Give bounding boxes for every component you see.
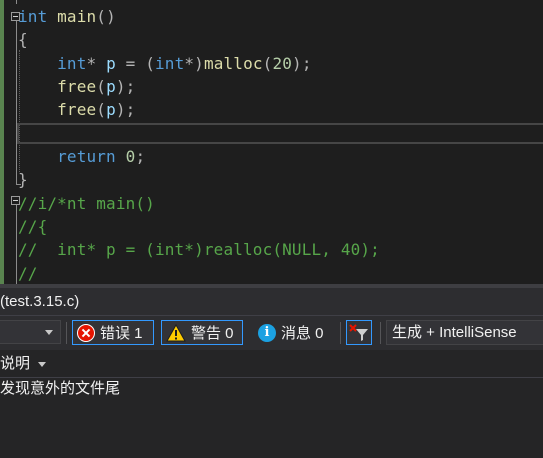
error-row[interactable]: 发现意外的文件尾 [0,378,543,400]
toolbar-separator [380,322,381,344]
warning-icon [166,323,186,341]
code-line[interactable]: int* p = (int*)malloc(20); [18,52,312,75]
code-token: p [96,54,116,73]
messages-label: 消息 0 [281,325,324,342]
clear-filter-button[interactable] [346,320,372,345]
code-line[interactable]: // int* p = (int*)realloc(NULL, 40); [18,238,380,261]
toolbar-separator [66,322,67,344]
code-token: 0 [125,147,136,166]
code-token: free [57,77,97,96]
code-token: int [18,7,48,26]
error-list-panel: (test.3.15.c) 错误 1 警告 0 i 消息 0 生成 + Inte… [0,288,543,458]
code-line[interactable]: } [18,168,28,191]
outline-line [16,21,17,184]
panel-title: (test.3.15.c) [0,293,80,310]
errors-label: 错误 1 [100,325,143,342]
scope-dropdown[interactable] [0,320,61,344]
code-token: * [86,54,97,73]
outline-line [16,0,17,4]
code-token: () [96,7,116,26]
code-token: ( [262,54,273,73]
code-token: int [57,54,87,73]
code-token: = ( [115,54,156,73]
code-token: main [47,7,97,26]
code-token: //i/*nt main() [18,194,155,213]
error-list-header: 说明 [0,350,543,378]
error-description: 发现意外的文件尾 [0,380,121,397]
code-token: ); [292,54,312,73]
info-icon: i [258,323,276,342]
code-token: ( [96,100,107,119]
code-token: ( [96,77,107,96]
code-token: 20 [272,54,293,73]
change-tracking-bar [0,0,4,288]
current-line-highlight [17,123,543,144]
code-token: { [18,30,28,49]
code-token: return [57,147,116,166]
clear-filter-icon [349,324,368,341]
code-line[interactable]: int main() [18,5,116,28]
build-intellisense-dropdown[interactable]: 生成 + IntelliSense [386,320,543,345]
code-token: p [106,100,116,119]
warnings-label: 警告 0 [191,325,234,342]
warnings-filter-button[interactable]: 警告 0 [161,320,243,345]
code-token: // [18,264,38,283]
chevron-down-icon [45,330,53,335]
code-token: malloc [203,54,263,73]
code-line[interactable]: //i/*nt main() [18,192,155,215]
column-header-description[interactable]: 说明 [0,350,30,377]
outline-line [16,205,17,285]
code-token: // int* p = (int*)realloc(NULL, 40); [18,240,380,259]
code-editor[interactable]: int main(){ int* p = (int*)malloc(20); f… [0,0,543,288]
errors-filter-button[interactable]: 错误 1 [72,320,154,345]
code-token: free [57,100,97,119]
code-line[interactable]: free(p); [18,75,135,98]
code-line[interactable]: // [18,262,38,285]
code-token: ); [115,100,136,119]
messages-filter-button[interactable]: i 消息 0 [258,320,324,345]
code-token: ; [135,147,146,166]
code-token: p [106,77,116,96]
error-list-toolbar: 错误 1 警告 0 i 消息 0 生成 + IntelliSense [0,316,543,350]
code-token: int [155,54,185,73]
code-line[interactable]: //{ [18,215,47,238]
code-token: } [18,170,28,189]
code-token: //{ [18,217,48,236]
outlining-margin [5,0,21,288]
code-line[interactable]: free(p); [18,98,135,121]
error-icon [77,323,95,342]
chevron-down-icon[interactable] [38,362,46,367]
panel-title-bar: (test.3.15.c) [0,288,543,316]
code-line[interactable]: { [18,28,28,51]
code-token: *) [184,54,204,73]
toolbar-separator [340,322,341,344]
code-token: ); [115,77,136,96]
code-line[interactable]: return 0; [18,145,145,168]
